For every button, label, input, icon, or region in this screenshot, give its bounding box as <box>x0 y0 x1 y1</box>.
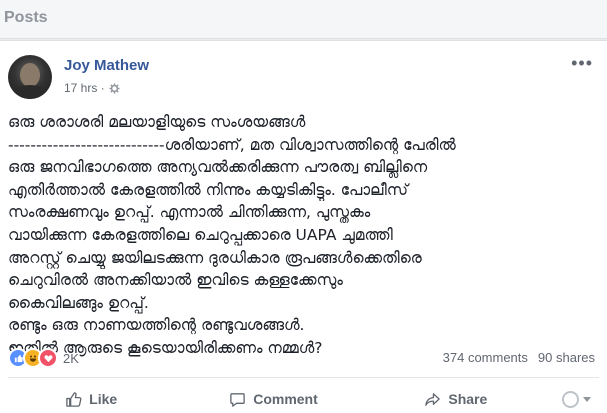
post-line: അറസ്റ്റ് ചെയ്യു ജയിലടക്കുന്ന ദുരധികാര രൂ… <box>8 248 422 267</box>
profile-picture-icon <box>562 390 580 408</box>
comments-count-link[interactable]: 374 comments <box>443 350 528 365</box>
post-card: Joy Mathew 17 hrs · ••• ഒരു ശരാശരി മലയാള… <box>0 40 607 413</box>
engagement-counts: 374 comments 90 shares <box>443 350 595 365</box>
comment-label: Comment <box>253 391 318 407</box>
action-bar: Like Comment Share <box>0 385 607 413</box>
post-line: ഒരു ജനവിഭാഗത്തെ അന്യവൽക്കരിക്കുന്ന പൗരത്… <box>8 158 428 177</box>
post-text: ഒരു ശരാശരി മലയാളിയുടെ സംശയങ്ങൾ ---------… <box>8 111 598 360</box>
audience-selector[interactable] <box>547 385 607 413</box>
post-line: വായിക്കുന്ന കേരളത്തിലെ ചെറുപ്പക്കാരെ UAP… <box>8 225 393 244</box>
reactions-summary[interactable]: 2K <box>8 348 79 368</box>
like-button[interactable]: Like <box>0 385 182 413</box>
post-meta: 17 hrs · <box>64 81 120 95</box>
post-line: ചെറുവിരൽ അനക്കിയാൽ ഇവിടെ കള്ളക്കേസും <box>8 271 343 290</box>
divider <box>8 377 599 378</box>
more-options-button[interactable]: ••• <box>571 53 593 74</box>
author-name[interactable]: Joy Mathew <box>64 57 149 74</box>
post-line: ഒരു ശരാശരി മലയാളിയുടെ സംശയങ്ങൾ <box>8 113 306 131</box>
avatar[interactable] <box>8 55 52 99</box>
comment-icon <box>230 392 245 407</box>
comment-button[interactable]: Comment <box>182 385 364 413</box>
post-line: കൈവിലങ്ങും ഉറപ്പ്. <box>8 293 149 312</box>
post-time[interactable]: 17 hrs · <box>64 81 105 95</box>
share-button[interactable]: Share <box>365 385 547 413</box>
gear-icon[interactable] <box>109 82 120 94</box>
post-line: രണ്ടും ഒരു നാണയത്തിന്റെ രണ്ടുവശങ്ങൾ. <box>8 316 305 335</box>
post-line: ----------------------------ശരിയാണ്, മത … <box>8 135 456 154</box>
thumbs-up-icon <box>66 391 82 407</box>
avatar-body <box>12 85 48 99</box>
share-icon <box>425 392 441 406</box>
share-label: Share <box>448 391 488 407</box>
love-reaction-icon <box>38 348 58 368</box>
post-line: സംരക്ഷണവും ഉറപ്പ്. എന്നാൽ ചിന്തിക്കുന്ന,… <box>8 203 371 222</box>
avatar-face <box>20 63 40 87</box>
reaction-count: 2K <box>63 350 79 366</box>
section-header: Posts <box>0 0 607 39</box>
post-line: എതിർത്താൽ കേരളത്തിൽ നിന്നും കയ്യടികിട്ടു… <box>8 180 408 199</box>
section-title: Posts <box>4 9 48 26</box>
shares-count-link[interactable]: 90 shares <box>538 350 595 365</box>
like-label: Like <box>89 391 118 407</box>
caret-down-icon <box>583 396 592 402</box>
